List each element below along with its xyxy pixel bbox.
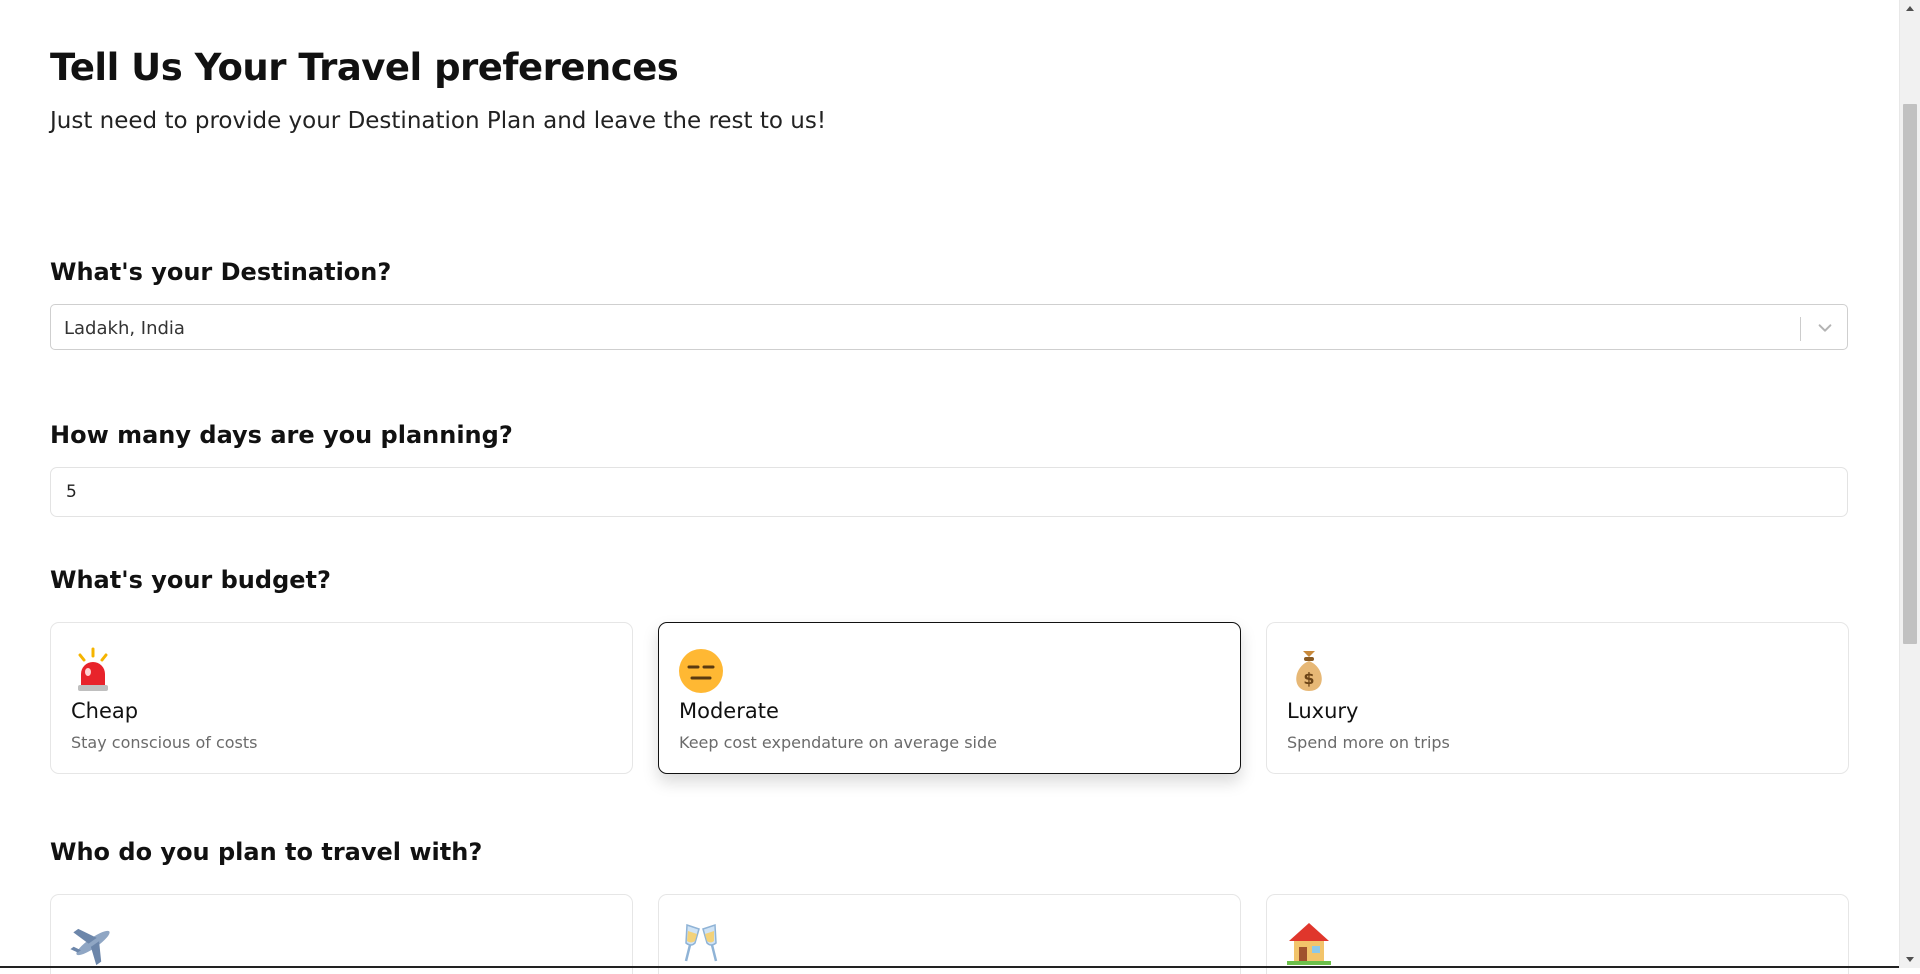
select-separator [1800, 317, 1801, 341]
days-input[interactable] [50, 467, 1848, 517]
card-description: Spend more on trips [1287, 733, 1450, 752]
destination-question: What's your Destination? [50, 258, 392, 286]
clinking-glasses-icon [684, 923, 718, 962]
airplane-icon [70, 928, 110, 966]
vertical-scrollbar[interactable] [1899, 0, 1920, 968]
travelers-question: Who do you plan to travel with? [50, 838, 483, 866]
chevron-down-icon[interactable] [1816, 319, 1834, 337]
page-title: Tell Us Your Travel preferences [50, 46, 679, 89]
scroll-up-arrow-icon[interactable] [1905, 4, 1915, 12]
destination-value: Ladakh, India [64, 318, 185, 339]
budget-question: What's your budget? [50, 566, 331, 594]
card-title: Cheap [71, 699, 139, 723]
card-title: Luxury [1287, 699, 1359, 723]
destination-select[interactable]: Ladakh, India [50, 304, 1848, 350]
traveler-option-2[interactable] [658, 894, 1241, 974]
scroll-down-arrow-icon[interactable] [1905, 956, 1915, 964]
house-icon [1287, 923, 1331, 965]
expressionless-face-icon [679, 649, 723, 693]
card-description: Keep cost expendature on average side [679, 733, 997, 752]
traveler-option-1[interactable] [50, 894, 633, 974]
card-title: Moderate [679, 699, 779, 723]
budget-option-luxury[interactable]: $ Luxury Spend more on trips [1266, 622, 1849, 774]
money-bag-icon: $ [1296, 651, 1322, 691]
svg-text:$: $ [1303, 669, 1314, 688]
budget-option-moderate[interactable]: Moderate Keep cost expendature on averag… [658, 622, 1241, 774]
traveler-option-3[interactable] [1266, 894, 1849, 974]
days-question: How many days are you planning? [50, 421, 513, 449]
budget-option-cheap[interactable]: Cheap Stay conscious of costs [50, 622, 633, 774]
scrollbar-thumb[interactable] [1903, 104, 1917, 644]
page-subtitle: Just need to provide your Destination Pl… [50, 108, 827, 134]
siren-icon [78, 647, 108, 691]
card-description: Stay conscious of costs [71, 733, 258, 752]
